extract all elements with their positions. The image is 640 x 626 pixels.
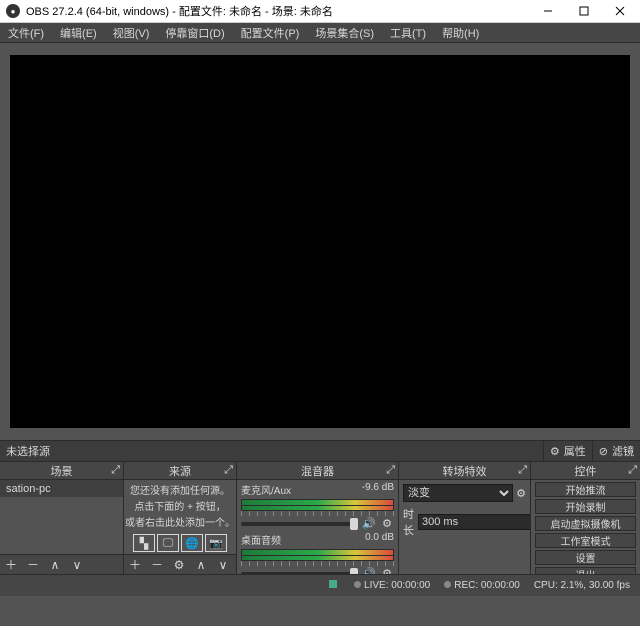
start-recording-button[interactable]: 开始录制: [535, 499, 636, 514]
add-source-button[interactable]: ＋: [124, 555, 146, 575]
menu-dock[interactable]: 停靠窗口(D): [161, 25, 228, 41]
preview-canvas[interactable]: [10, 55, 630, 428]
menu-help[interactable]: 帮助(H): [438, 25, 483, 41]
transition-select[interactable]: 淡变: [403, 484, 513, 502]
mic-volume-slider[interactable]: [241, 522, 358, 526]
live-time: LIVE: 00:00:00: [354, 580, 430, 591]
menubar: 文件(F) 编辑(E) 视图(V) 停靠窗口(D) 配置文件(P) 场景集合(S…: [0, 23, 640, 43]
scene-item[interactable]: sation-pc: [0, 480, 123, 497]
scenes-header: 场景⤢: [0, 462, 123, 480]
remove-source-button[interactable]: －: [146, 555, 168, 575]
transitions-dock: 转场特效⤢ 淡变 ⚙ 时长 ▲▼: [399, 462, 531, 574]
source-up-button[interactable]: ∧: [190, 555, 212, 575]
maximize-button[interactable]: [566, 0, 602, 22]
preview-area: [0, 43, 640, 440]
mixer-mic-db: -9.6 dB: [362, 482, 394, 497]
popout-icon[interactable]: ⤢: [518, 464, 527, 477]
mixer-mic: 麦克风/Aux -9.6 dB 🔊 ⚙: [241, 482, 394, 530]
mixer-header: 混音器⤢: [237, 462, 398, 480]
sources-dock: 来源⤢ 您还没有添加任何源。 点击下面的 + 按钮， 或者右击此处添加一个。 ▚…: [124, 462, 237, 574]
scene-up-button[interactable]: ∧: [44, 555, 66, 575]
mixer-desktop: 桌面音频 0.0 dB 🔊 ⚙: [241, 532, 394, 574]
window-title: OBS 27.2.4 (64-bit, windows) - 配置文件: 未命名…: [26, 3, 530, 19]
connection-indicator: [329, 580, 340, 591]
menu-tools[interactable]: 工具(T): [386, 25, 430, 41]
menu-view[interactable]: 视图(V): [109, 25, 154, 41]
scene-down-button[interactable]: ∨: [66, 555, 88, 575]
scenes-dock: 场景⤢ sation-pc ＋ － ∧ ∨: [0, 462, 124, 574]
camera-icon: 📷: [205, 534, 227, 552]
desktop-meter: [241, 549, 394, 561]
menu-profile[interactable]: 配置文件(P): [237, 25, 304, 41]
gear-icon: ⚙: [550, 445, 560, 458]
sources-toolbar: ＋ － ⚙ ∧ ∨: [124, 554, 236, 574]
mic-meter: [241, 499, 394, 511]
menu-edit[interactable]: 编辑(E): [56, 25, 101, 41]
no-source-selected-label: 未选择源: [0, 443, 543, 459]
sources-header: 来源⤢: [124, 462, 236, 480]
popout-icon[interactable]: ⤢: [111, 464, 120, 477]
controls-header: 控件⤢: [531, 462, 640, 480]
filters-button[interactable]: ⊘滤镜: [592, 441, 640, 461]
source-toolbar: 未选择源 ⚙属性 ⊘滤镜: [0, 440, 640, 462]
start-virtualcam-button[interactable]: 启动虚拟摄像机: [535, 516, 636, 531]
titlebar: OBS 27.2.4 (64-bit, windows) - 配置文件: 未命名…: [0, 0, 640, 23]
cpu-fps: CPU: 2.1%, 30.00 fps: [534, 580, 630, 591]
mic-ticks: [241, 511, 394, 516]
gear-icon[interactable]: ⚙: [380, 517, 394, 530]
mixer-mic-label: 麦克风/Aux: [241, 482, 291, 497]
app-logo-icon: [6, 4, 20, 18]
studio-mode-button[interactable]: 工作室模式: [535, 533, 636, 548]
desktop-ticks: [241, 561, 394, 566]
globe-icon: 🌐: [181, 534, 203, 552]
minimize-button[interactable]: [530, 0, 566, 22]
source-down-button[interactable]: ∨: [212, 555, 234, 575]
popout-icon[interactable]: ⤢: [628, 464, 637, 477]
desktop-volume-slider[interactable]: [241, 572, 358, 575]
transitions-header: 转场特效⤢: [399, 462, 530, 480]
menu-scene-collection[interactable]: 场景集合(S): [311, 25, 378, 41]
source-settings-button[interactable]: ⚙: [168, 555, 190, 575]
add-scene-button[interactable]: ＋: [0, 555, 22, 575]
sources-empty-hint: 您还没有添加任何源。 点击下面的 + 按钮， 或者右击此处添加一个。 ▚ 🖵 🌐…: [124, 480, 236, 554]
menu-file[interactable]: 文件(F): [4, 25, 48, 41]
duration-input[interactable]: [418, 514, 530, 530]
speaker-icon[interactable]: 🔊: [362, 567, 376, 574]
filter-icon: ⊘: [599, 445, 608, 458]
display-icon: 🖵: [157, 534, 179, 552]
gear-icon[interactable]: ⚙: [380, 567, 394, 574]
gear-icon[interactable]: ⚙: [516, 487, 526, 500]
popout-icon[interactable]: ⤢: [386, 464, 395, 477]
status-bar: LIVE: 00:00:00 REC: 00:00:00 CPU: 2.1%, …: [0, 574, 640, 596]
start-streaming-button[interactable]: 开始推流: [535, 482, 636, 497]
popout-icon[interactable]: ⤢: [224, 464, 233, 477]
rec-time: REC: 00:00:00: [444, 580, 520, 591]
scenes-toolbar: ＋ － ∧ ∨: [0, 554, 123, 574]
duration-label: 时长: [403, 506, 414, 538]
image-icon: ▚: [133, 534, 155, 552]
remove-scene-button[interactable]: －: [22, 555, 44, 575]
controls-dock: 控件⤢ 开始推流 开始录制 启动虚拟摄像机 工作室模式 设置 退出: [531, 462, 640, 574]
mixer-desktop-label: 桌面音频: [241, 532, 281, 547]
mixer-desktop-db: 0.0 dB: [365, 532, 394, 547]
properties-button[interactable]: ⚙属性: [543, 441, 592, 461]
settings-button[interactable]: 设置: [535, 550, 636, 565]
mixer-dock: 混音器⤢ 麦克风/Aux -9.6 dB 🔊 ⚙ 桌面音频 0.0 dB 🔊: [237, 462, 399, 574]
exit-button[interactable]: 退出: [535, 567, 636, 574]
speaker-icon[interactable]: 🔊: [362, 517, 376, 530]
close-button[interactable]: [602, 0, 638, 22]
